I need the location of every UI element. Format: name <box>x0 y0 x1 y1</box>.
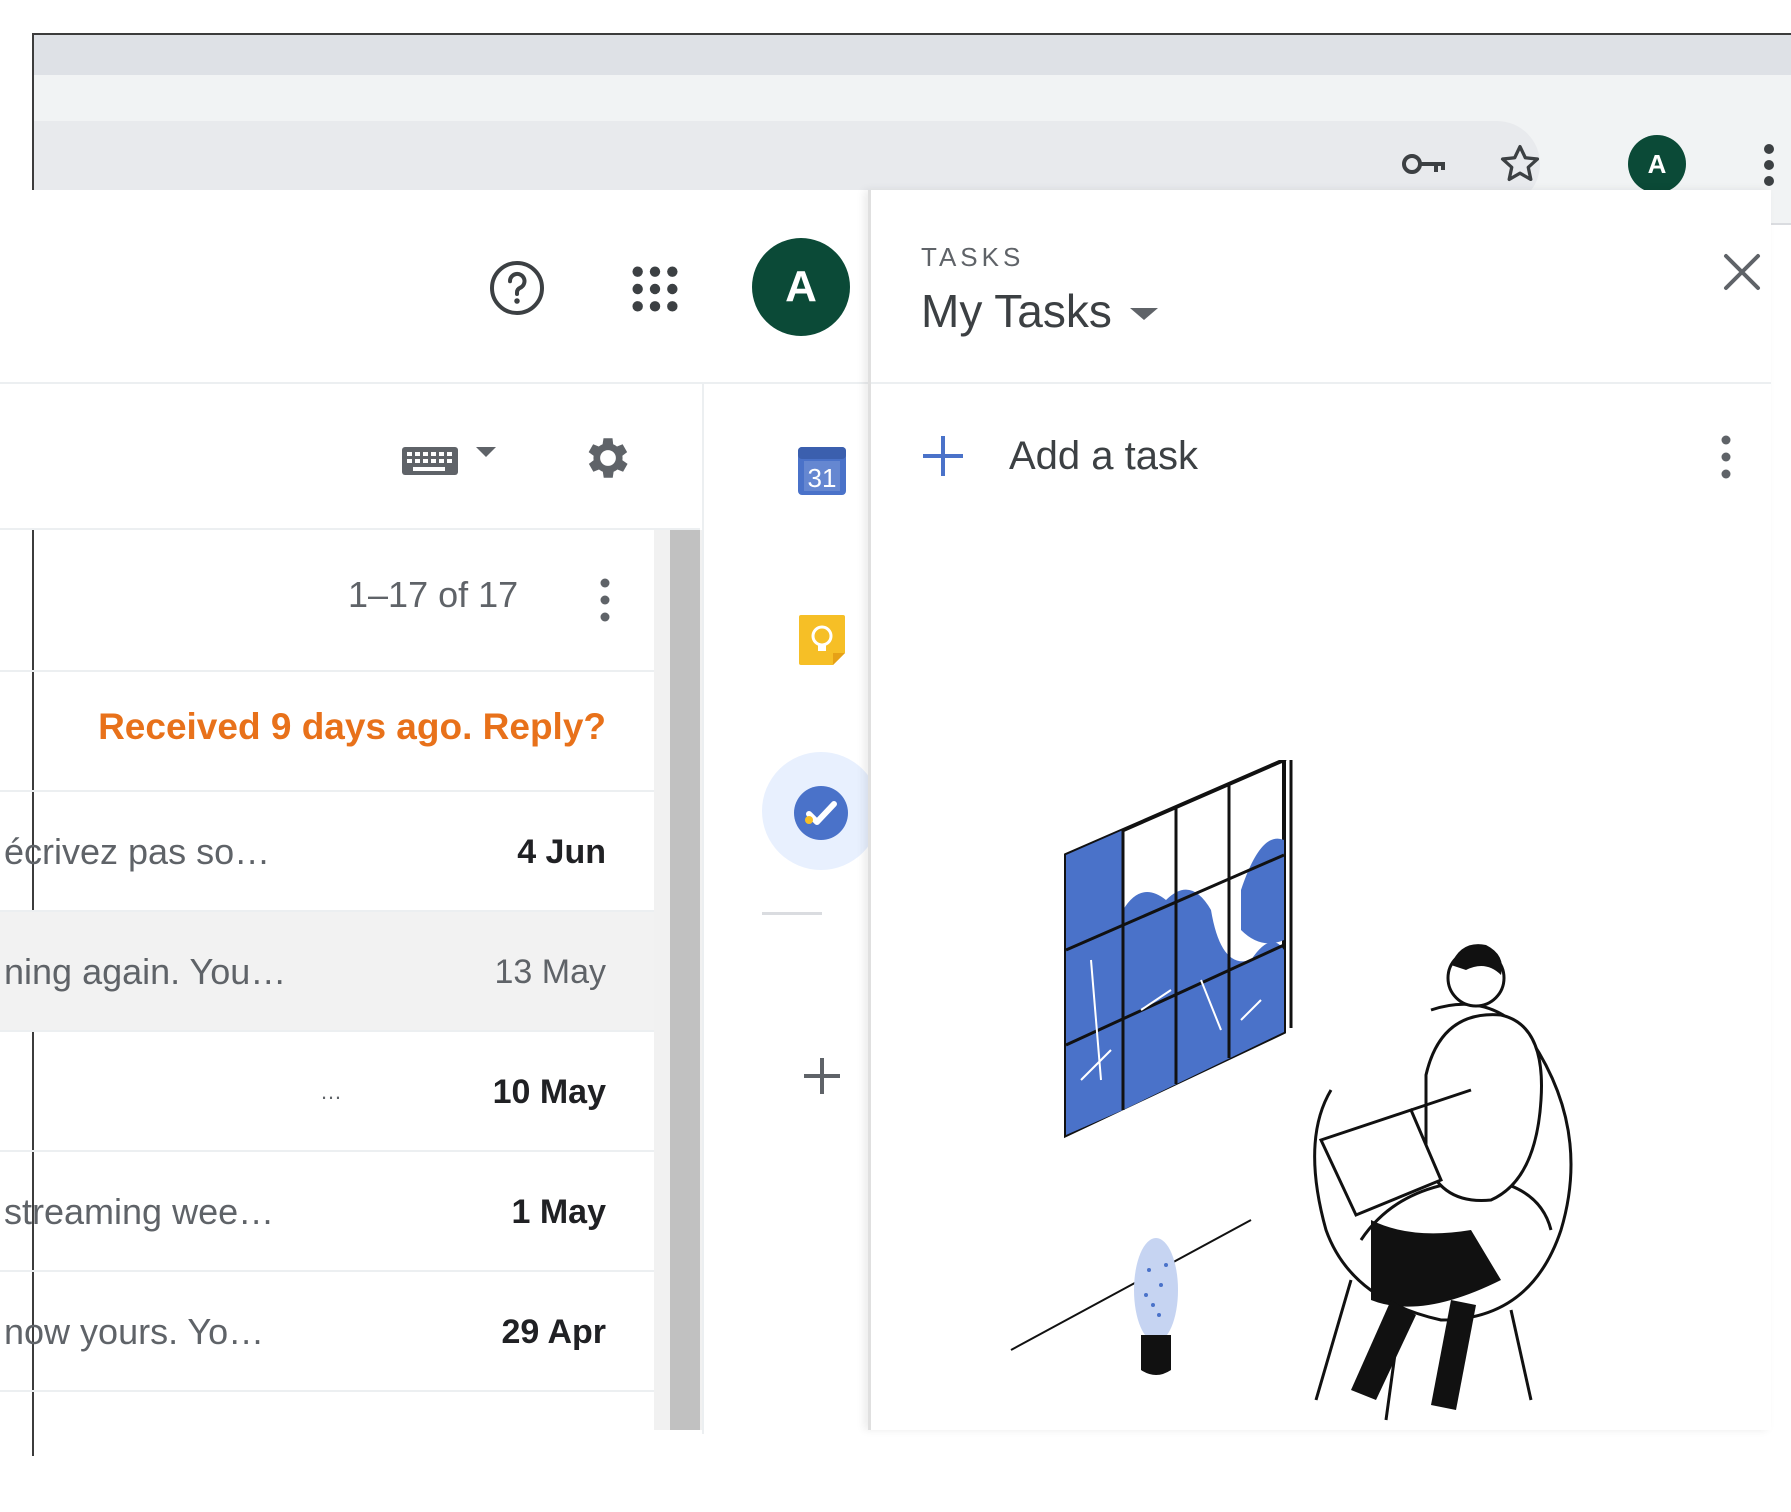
account-avatar[interactable]: A <box>752 238 850 336</box>
apps-grid-icon[interactable] <box>626 260 684 318</box>
email-snippet: streaming wee… <box>4 1191 275 1232</box>
browser-profile-initial: A <box>1647 148 1667 179</box>
email-row-partial[interactable] <box>0 1392 654 1512</box>
email-row[interactable]: ning again. You… 13 May <box>0 912 654 1032</box>
person-illustration <box>1318 944 1543 1410</box>
email-date: 4 Jun <box>517 833 606 871</box>
password-key-icon[interactable] <box>1397 139 1453 189</box>
bookmark-star-icon[interactable] <box>1489 133 1551 195</box>
side-panel-rail <box>702 384 870 1434</box>
add-addon-plus-icon[interactable] <box>800 1054 844 1098</box>
email-snippet: … <box>320 1079 342 1104</box>
calendar-icon[interactable]: 31 <box>792 440 852 500</box>
email-row[interactable]: … 10 May <box>0 1032 654 1152</box>
close-icon[interactable] <box>1716 246 1768 298</box>
email-date: 13 May <box>494 953 607 991</box>
gmail-header: A <box>0 190 868 384</box>
settings-gear-icon[interactable] <box>578 428 638 488</box>
email-row[interactable]: now yours. Yo… 29 Apr <box>0 1272 654 1392</box>
message-list: 1–17 of 17 Received 9 days ago. Reply? é… <box>0 530 654 1430</box>
email-date: 29 Apr <box>501 1313 606 1351</box>
pager-row: 1–17 of 17 <box>0 530 654 672</box>
browser-profile-avatar[interactable]: A <box>1628 135 1686 193</box>
scrollbar-thumb[interactable] <box>670 530 700 1430</box>
email-date: 10 May <box>492 1073 606 1111</box>
more-options-icon[interactable] <box>590 570 620 630</box>
plant-illustration <box>1134 1238 1178 1375</box>
task-list-selector[interactable]: My Tasks <box>921 284 1158 338</box>
email-snippet: now yours. Yo… <box>4 1311 265 1352</box>
dropdown-caret-icon <box>1129 308 1158 320</box>
add-task-label: Add a task <box>1009 433 1199 478</box>
account-avatar-initial: A <box>785 262 817 311</box>
keep-icon[interactable] <box>792 610 852 670</box>
pager-count: 1–17 of 17 <box>348 574 519 615</box>
email-snippet: ning again. You… <box>4 951 287 992</box>
email-snippet: écrivez pas so… <box>4 831 271 872</box>
tasks-panel: TASKS My Tasks Add a task <box>868 190 1771 1430</box>
task-list-name: My Tasks <box>921 285 1112 337</box>
tasks-icon[interactable] <box>790 782 852 844</box>
tasks-kicker: TASKS <box>921 242 1025 272</box>
rail-divider <box>762 912 822 915</box>
email-row[interactable]: écrivez pas so… 4 Jun <box>0 792 654 912</box>
input-tools-keyboard-icon[interactable] <box>398 436 502 482</box>
tasks-panel-header: TASKS My Tasks <box>871 190 1771 384</box>
calendar-day-number: 31 <box>808 463 837 493</box>
help-icon[interactable] <box>485 256 549 320</box>
email-row[interactable]: streaming wee… 1 May <box>0 1152 654 1272</box>
reply-nudge-text[interactable]: Received 9 days ago. Reply? <box>98 706 606 748</box>
email-date: 1 May <box>511 1193 607 1231</box>
empty-tasks-illustration <box>1010 760 1573 1421</box>
tasks-more-options-icon[interactable] <box>1711 430 1741 484</box>
add-task-button[interactable]: Add a task <box>921 416 1198 496</box>
browser-menu-icon[interactable] <box>1754 135 1784 195</box>
tab-strip <box>34 35 1791 75</box>
reply-nudge-row[interactable]: Received 9 days ago. Reply? <box>0 672 654 792</box>
window-illustration <box>1064 760 1293 1139</box>
gmail-tools-row <box>0 384 700 530</box>
add-task-plus-icon <box>923 436 963 476</box>
